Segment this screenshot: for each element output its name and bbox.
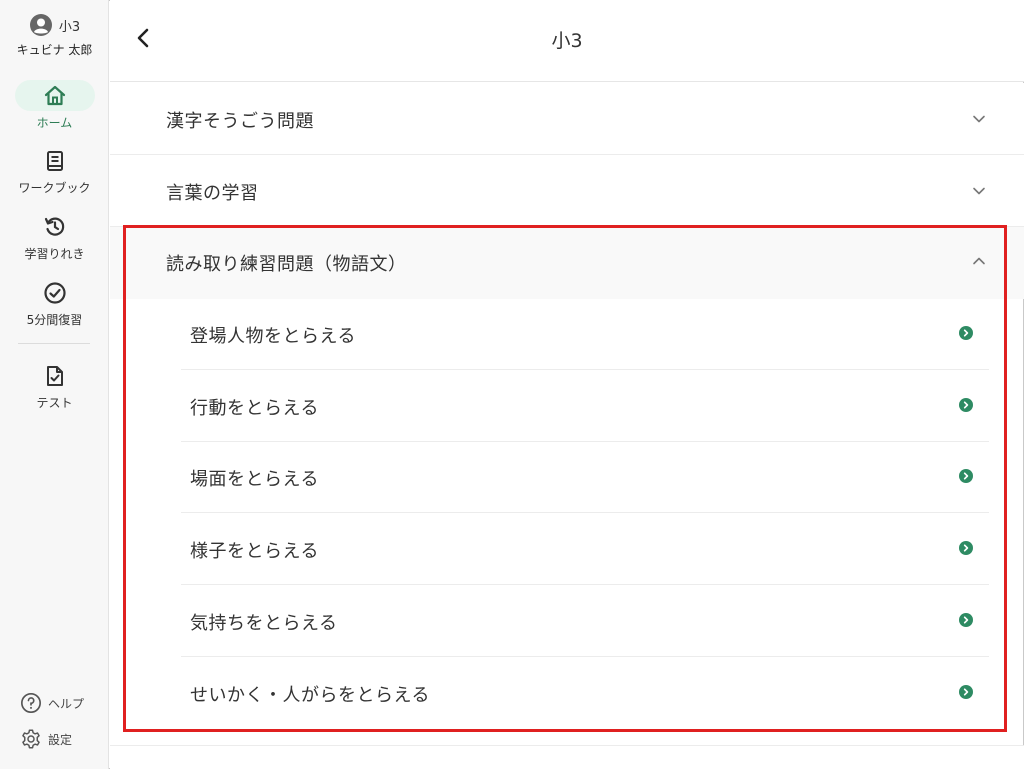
nav-item-history[interactable]: 学習りれき [0,215,109,262]
list-item[interactable]: 場面をとらえる [181,441,989,513]
check-circle-icon [43,282,66,304]
user-info[interactable]: 小3 キュビナ 太郎 [0,12,109,58]
chevron-down-icon [973,115,985,123]
nav-item-home[interactable]: ホーム [0,84,109,131]
arrow-right-circle-icon [959,685,973,699]
list-item-label: 場面をとらえる [190,469,319,490]
nav-label-history: 学習りれき [24,247,85,261]
settings-button[interactable]: 設定 [20,728,72,750]
accordion-reading[interactable]: 読み取り練習問題（物語文） [110,227,1024,299]
list-item-label: 気持ちをとらえる [190,613,338,634]
arrow-right-circle-icon [959,613,973,627]
nav-label-home: ホーム [36,116,73,130]
list-item-label: 行動をとらえる [190,398,319,419]
chevron-up-icon [973,257,985,265]
user-name: キュビナ 太郎 [16,43,93,57]
list-item[interactable]: 登場人物をとらえる [181,298,989,370]
sidebar-divider [18,343,90,344]
nav-label-test: テスト [36,396,73,410]
page-header: 小3 [110,0,1024,82]
list-item[interactable]: せいかく・人がらをとらえる [181,657,989,729]
accordion-kanji[interactable]: 漢字そうごう問題 [110,83,1024,155]
home-icon [44,85,65,106]
nav-item-workbook[interactable]: ワークブック [0,149,109,196]
user-avatar-icon [29,14,52,36]
gear-icon [22,729,40,749]
settings-label: 設定 [48,732,73,747]
document-check-icon [46,366,63,386]
arrow-right-circle-icon [959,398,973,412]
list-item-label: 登場人物をとらえる [190,326,356,347]
list-item[interactable]: 気持ちをとらえる [181,585,989,657]
list-item[interactable]: 行動をとらえる [181,370,989,442]
user-grade: 小3 [58,19,81,35]
nav-item-review[interactable]: 5分間復習 [0,281,109,328]
help-button[interactable]: ヘルプ [20,692,84,714]
nav-item-test[interactable]: テスト [0,364,109,411]
list-item-label: せいかく・人がらをとらえる [190,685,430,706]
sidebar: 小3 キュビナ 太郎 ホーム ワークブック 学習りれき 5分間復習 テスト ヘル… [0,0,109,769]
chevron-down-icon [973,187,985,195]
accordion-words[interactable]: 言葉の学習 [110,155,1024,227]
nav-label-review: 5分間復習 [26,313,83,327]
nav-label-workbook: ワークブック [18,181,91,195]
page-title: 小3 [551,30,583,52]
help-icon [21,693,41,713]
accordion-next-partial [110,745,1024,769]
history-icon [44,217,64,236]
arrow-right-circle-icon [959,541,973,555]
help-label: ヘルプ [48,696,85,711]
arrow-right-circle-icon [959,326,973,340]
list-item[interactable]: 様子をとらえる [181,513,989,585]
list-item-label: 様子をとらえる [190,541,319,562]
accordion-title: 言葉の学習 [166,183,259,204]
accordion-title: 読み取り練習問題（物語文） [166,254,407,275]
book-icon [46,151,63,171]
accordion-title: 漢字そうごう問題 [166,111,314,132]
arrow-right-circle-icon [959,469,973,483]
